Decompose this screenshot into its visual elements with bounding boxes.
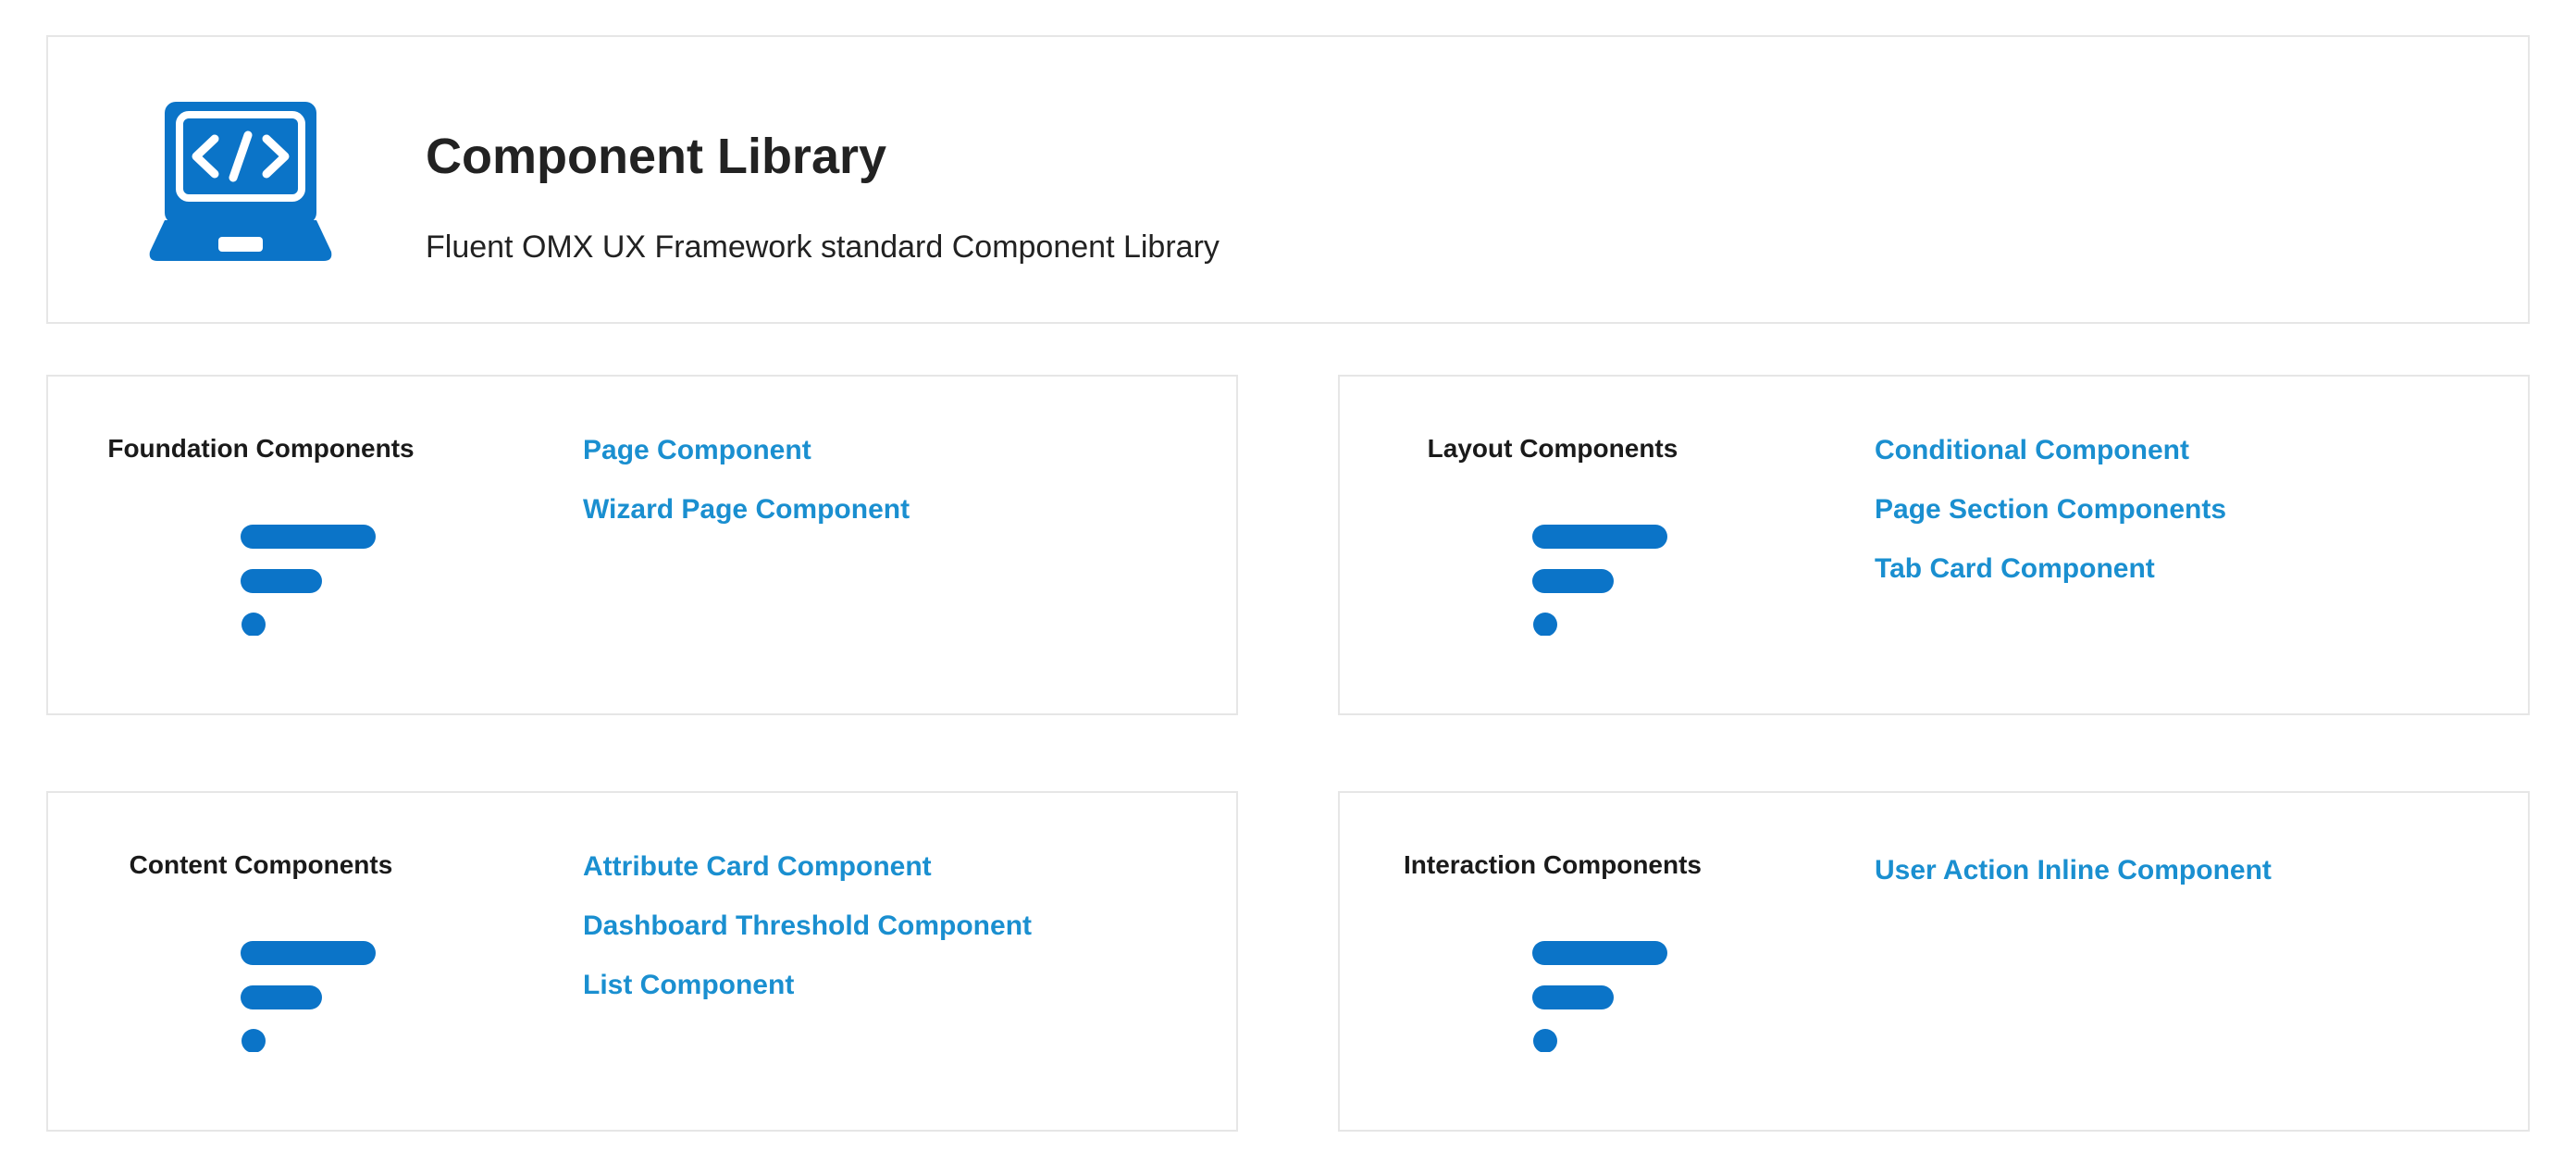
dashboard-threshold-component-link[interactable]: Dashboard Threshold Component bbox=[583, 910, 1032, 941]
wizard-page-component-link[interactable]: Wizard Page Component bbox=[583, 494, 910, 525]
list-item: Dashboard Threshold Component bbox=[583, 910, 1032, 943]
laptop-code-icon bbox=[149, 102, 332, 261]
card-link-list: Page Component Wizard Page Component bbox=[583, 434, 910, 552]
fluent-logo-icon bbox=[241, 941, 376, 1052]
card-link-list: User Action Inline Component bbox=[1875, 854, 2272, 913]
interaction-components-card: Interaction Components User Action Inlin… bbox=[1338, 791, 2530, 1132]
page-section-components-link[interactable]: Page Section Components bbox=[1875, 494, 2226, 525]
list-item: Page Section Components bbox=[1875, 493, 2226, 526]
header-panel: Component Library Fluent OMX UX Framewor… bbox=[46, 35, 2530, 324]
user-action-inline-component-link[interactable]: User Action Inline Component bbox=[1875, 855, 2272, 885]
card-title: Content Components bbox=[129, 850, 393, 879]
page-subtitle: Fluent OMX UX Framework standard Compone… bbox=[426, 229, 1220, 265]
page-title: Component Library bbox=[426, 129, 887, 184]
list-item: List Component bbox=[583, 969, 1032, 1002]
conditional-component-link[interactable]: Conditional Component bbox=[1875, 435, 2189, 465]
foundation-components-card: Foundation Components Page Component Wiz… bbox=[46, 375, 1238, 715]
tab-card-component-link[interactable]: Tab Card Component bbox=[1875, 553, 2155, 584]
list-item: Page Component bbox=[583, 434, 910, 467]
fluent-logo-icon bbox=[241, 525, 376, 636]
fluent-logo-icon bbox=[1532, 525, 1667, 636]
card-title: Layout Components bbox=[1427, 434, 1678, 463]
list-item: Conditional Component bbox=[1875, 434, 2226, 467]
card-link-list: Conditional Component Page Section Compo… bbox=[1875, 434, 2226, 612]
list-component-link[interactable]: List Component bbox=[583, 970, 794, 1000]
list-item: Wizard Page Component bbox=[583, 493, 910, 526]
list-item: User Action Inline Component bbox=[1875, 854, 2272, 887]
card-link-list: Attribute Card Component Dashboard Thres… bbox=[583, 850, 1032, 1028]
content-components-card: Content Components Attribute Card Compon… bbox=[46, 791, 1238, 1132]
list-item: Tab Card Component bbox=[1875, 552, 2226, 586]
card-title: Foundation Components bbox=[107, 434, 415, 463]
list-item: Attribute Card Component bbox=[583, 850, 1032, 884]
card-title: Interaction Components bbox=[1403, 850, 1702, 879]
page-component-link[interactable]: Page Component bbox=[583, 435, 811, 465]
layout-components-card: Layout Components Conditional Component … bbox=[1338, 375, 2530, 715]
component-library-page: Component Library Fluent OMX UX Framewor… bbox=[0, 0, 2576, 1164]
attribute-card-component-link[interactable]: Attribute Card Component bbox=[583, 851, 932, 882]
fluent-logo-icon bbox=[1532, 941, 1667, 1052]
